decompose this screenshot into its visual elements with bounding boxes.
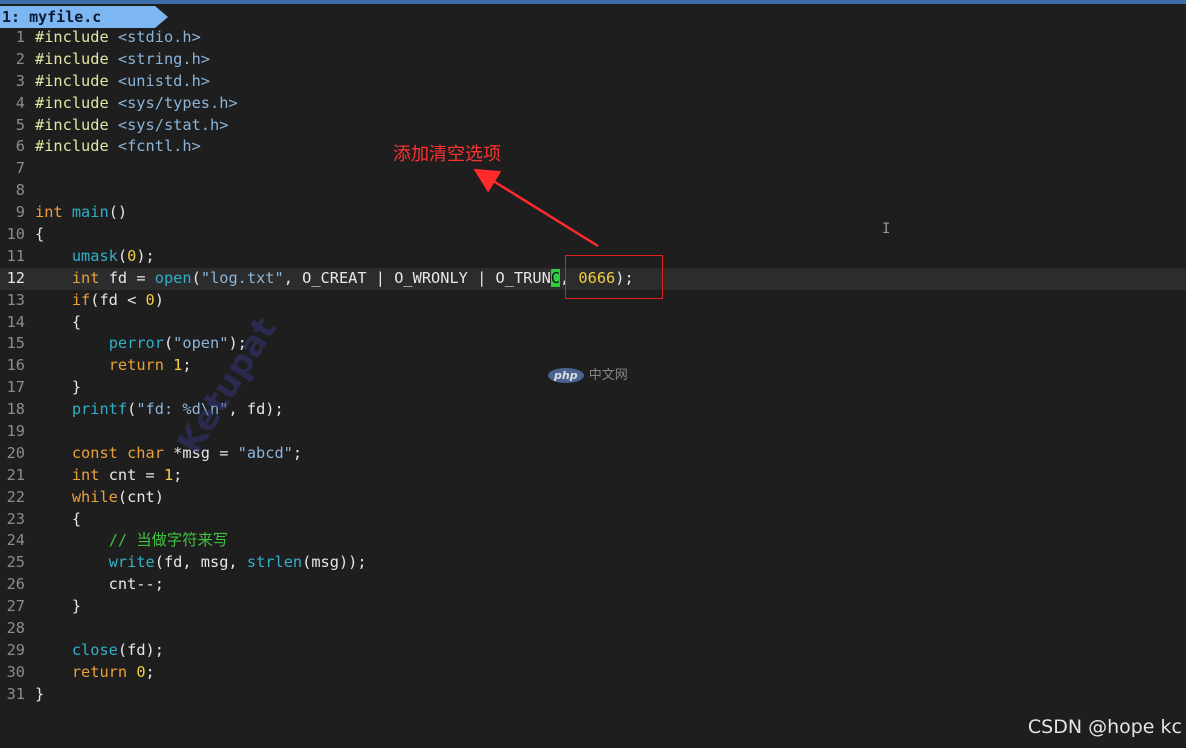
- php-logo-icon: php: [548, 368, 584, 383]
- text-cursor-icon: I: [882, 221, 891, 237]
- watermark-text: 中文网: [588, 368, 628, 383]
- credit-text: CSDN @hope kc: [1027, 716, 1182, 738]
- annotation-label: 添加清空选项: [393, 144, 501, 165]
- watermark: php 中文网: [548, 364, 628, 383]
